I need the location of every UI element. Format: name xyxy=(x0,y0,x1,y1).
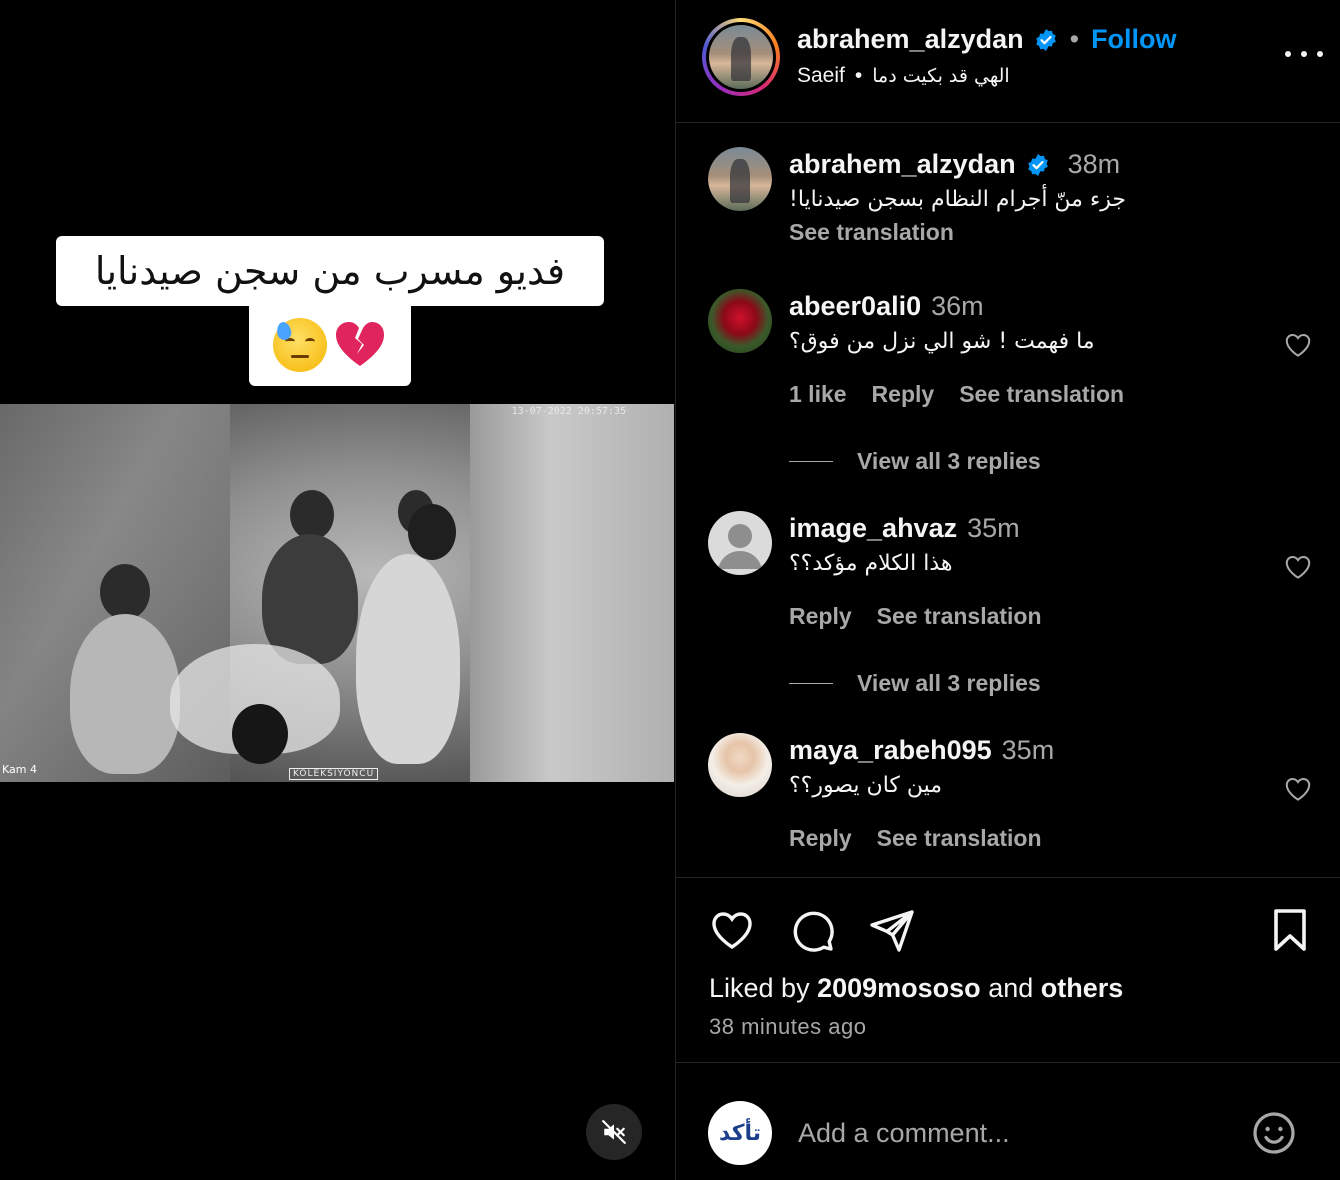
share-paper-plane-icon[interactable] xyxy=(868,906,916,954)
comment-author-line: image_ahvaz 35m xyxy=(789,513,1020,544)
save-bookmark-icon[interactable] xyxy=(1266,906,1314,954)
reply-button[interactable]: Reply xyxy=(789,825,852,852)
like-comment-heart-icon[interactable] xyxy=(1282,552,1314,582)
author-subline: Saeif • الهي قد بكيت دما xyxy=(797,64,1010,88)
view-replies-label: View all 3 replies xyxy=(857,448,1041,474)
see-translation-link[interactable]: See translation xyxy=(959,381,1124,408)
comment-text: ما فهمت ! شو الي نزل من فوق؟ xyxy=(789,329,1095,354)
video-overlay-emojis xyxy=(249,304,411,386)
comment-time: 36m xyxy=(931,291,984,321)
replies-divider xyxy=(789,461,833,462)
author-avatar-story-ring[interactable] xyxy=(702,18,780,96)
more-dot-icon xyxy=(1317,51,1323,57)
caption-text: جزء منّ أجرام النظام بسجن صيدنايا! xyxy=(789,187,1127,212)
comment-author-line: abeer0ali0 36m xyxy=(789,291,984,322)
comment-likes-count[interactable]: 1 like xyxy=(789,381,847,408)
post-actions: Liked by 2009mososo and others 38 minute… xyxy=(676,877,1340,1062)
view-replies-button[interactable]: View all 3 replies xyxy=(789,448,1041,475)
liked-by-others[interactable]: others xyxy=(1041,973,1124,1003)
see-translation-link[interactable]: See translation xyxy=(789,219,954,246)
comment-text: هذا الكلام مؤكد؟؟ xyxy=(789,551,953,576)
separator-dot: • xyxy=(1069,24,1080,54)
view-replies-label: View all 3 replies xyxy=(857,670,1041,696)
comment-actions: Reply See translation xyxy=(789,825,1042,852)
replies-divider xyxy=(789,683,833,684)
verified-badge-icon xyxy=(1027,153,1048,176)
more-dot-icon xyxy=(1285,51,1291,57)
liked-by-user[interactable]: 2009mososo xyxy=(817,973,981,1003)
comment-username[interactable]: image_ahvaz xyxy=(789,513,957,544)
video-player[interactable]: 13-07-2022 20:57:35 Kam 4 KOLEKSIYONCU xyxy=(0,404,674,782)
video-scene-wall xyxy=(470,404,674,782)
video-overlay-text: فديو مسرب من سجن صيدنايا xyxy=(56,236,604,306)
comment-username[interactable]: abeer0ali0 xyxy=(789,291,921,322)
audio-title[interactable]: الهي قد بكيت دما xyxy=(872,65,1009,87)
mute-button[interactable] xyxy=(586,1104,642,1160)
post-media[interactable]: فديو مسرب من سجن صيدنايا 13-07-2022 20:5… xyxy=(0,0,675,1180)
broken-heart-emoji-icon xyxy=(336,322,384,366)
comment-time: 35m xyxy=(1001,735,1055,765)
liked-by-prefix: Liked by xyxy=(709,973,810,1003)
author-avatar[interactable] xyxy=(709,25,773,89)
current-user-avatar-text: تأكد xyxy=(718,1120,762,1146)
caption-username[interactable]: abrahem_alzydan xyxy=(789,149,1016,180)
emoji-picker-icon[interactable] xyxy=(1250,1109,1298,1157)
separator-dot: • xyxy=(854,64,863,87)
post-timestamp[interactable]: 38 minutes ago xyxy=(709,1014,866,1040)
default-avatar-icon xyxy=(718,524,762,569)
current-user-avatar[interactable]: تأكد xyxy=(708,1101,772,1165)
caption-time: 38m xyxy=(1067,149,1121,179)
liked-by-summary: Liked by 2009mososo and others xyxy=(709,973,1123,1004)
comment-author-line: maya_rabeh095 35m xyxy=(789,735,1054,766)
post-side-panel: abrahem_alzydan • Follow Saeif • الهي قد… xyxy=(675,0,1340,1180)
caption-author-avatar[interactable] xyxy=(708,147,772,211)
more-options-button[interactable] xyxy=(1285,44,1323,64)
more-dot-icon xyxy=(1301,51,1307,57)
camera-timestamp: 13-07-2022 20:57:35 xyxy=(511,406,626,417)
commenter-avatar[interactable] xyxy=(708,289,772,353)
caption-author-line: abrahem_alzydan 38m xyxy=(789,149,1120,180)
camera-label: Kam 4 xyxy=(2,763,37,776)
caption-actions: See translation xyxy=(789,219,954,246)
comment-input[interactable] xyxy=(798,1113,1228,1153)
like-heart-icon[interactable] xyxy=(708,906,756,954)
follow-button[interactable]: Follow xyxy=(1091,24,1176,55)
add-comment-bar: تأكد xyxy=(676,1062,1340,1180)
sad-sweat-emoji-icon xyxy=(273,318,327,372)
audio-artist[interactable]: Saeif xyxy=(797,64,845,88)
commenter-avatar[interactable] xyxy=(708,733,772,797)
comment-bubble-icon[interactable] xyxy=(788,906,836,954)
author-line: abrahem_alzydan • Follow xyxy=(797,24,1177,55)
comment-actions: 1 like Reply See translation xyxy=(789,381,1124,408)
like-comment-heart-icon[interactable] xyxy=(1282,774,1314,804)
reply-button[interactable]: Reply xyxy=(872,381,935,408)
verified-badge-icon xyxy=(1035,28,1056,51)
speaker-muted-icon xyxy=(602,1120,626,1144)
comment-text: مين كان يصور؟؟ xyxy=(789,773,943,798)
comment-actions: Reply See translation xyxy=(789,603,1042,630)
overlay-text: فديو مسرب من سجن صيدنايا xyxy=(94,249,566,293)
commenter-avatar[interactable] xyxy=(708,511,772,575)
liked-by-and: and xyxy=(988,973,1034,1003)
like-comment-heart-icon[interactable] xyxy=(1282,330,1314,360)
see-translation-link[interactable]: See translation xyxy=(877,825,1042,852)
post-header: abrahem_alzydan • Follow Saeif • الهي قد… xyxy=(676,0,1340,123)
comment-time: 35m xyxy=(967,513,1020,543)
view-replies-button[interactable]: View all 3 replies xyxy=(789,670,1041,697)
reply-button[interactable]: Reply xyxy=(789,603,852,630)
author-username[interactable]: abrahem_alzydan xyxy=(797,24,1024,55)
see-translation-link[interactable]: See translation xyxy=(877,603,1042,630)
video-watermark: KOLEKSIYONCU xyxy=(289,768,379,780)
comment-username[interactable]: maya_rabeh095 xyxy=(789,735,992,766)
